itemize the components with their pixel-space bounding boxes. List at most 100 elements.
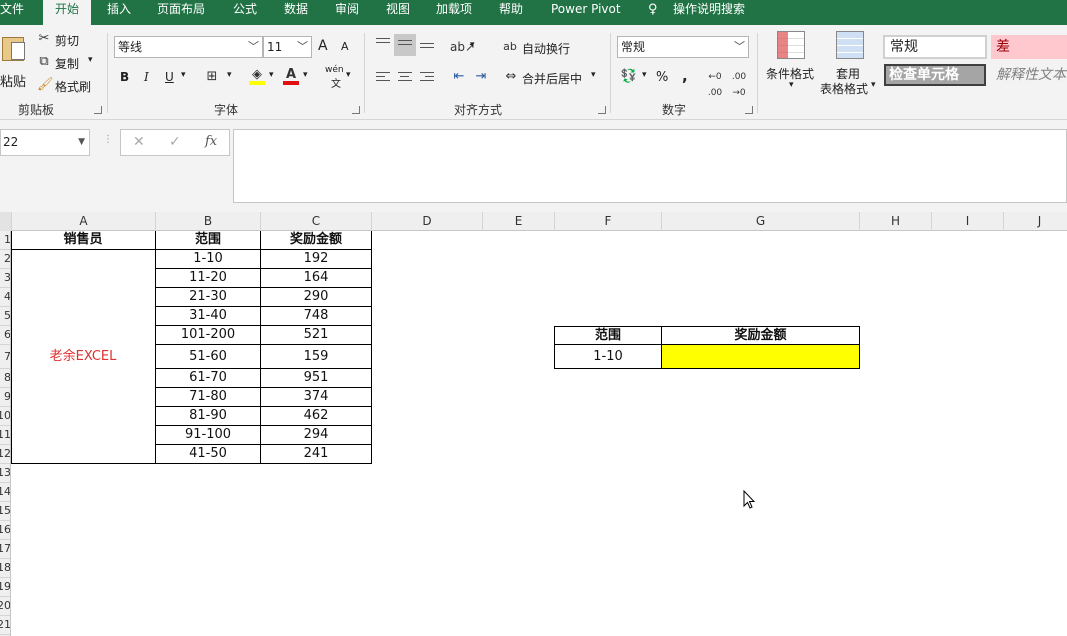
- phonetic-button[interactable]: wén: [325, 65, 344, 75]
- range-cell[interactable]: 1-10: [156, 250, 261, 269]
- name-box[interactable]: 22 ▼: [0, 129, 90, 156]
- range-cell[interactable]: 11-20: [156, 269, 261, 288]
- range-cell[interactable]: 41-50: [156, 445, 261, 464]
- merge-dropdown-icon[interactable]: ▾: [591, 70, 596, 80]
- font-color-dropdown-icon[interactable]: ▾: [303, 70, 308, 80]
- insert-function-icon[interactable]: fx: [205, 134, 217, 149]
- row-header[interactable]: 10: [0, 407, 10, 426]
- row-header[interactable]: 3: [0, 269, 10, 288]
- increase-decimal-icon[interactable]: ←0.00: [705, 69, 725, 101]
- border-dropdown-icon[interactable]: ▾: [227, 70, 232, 80]
- enter-icon[interactable]: ✓: [169, 134, 181, 150]
- comma-button[interactable]: ,: [682, 67, 688, 85]
- style-check-cell[interactable]: 检查单元格: [884, 64, 986, 86]
- fill-dropdown-icon[interactable]: ▾: [269, 70, 274, 80]
- range-cell[interactable]: 21-30: [156, 288, 261, 307]
- row-header[interactable]: 2: [0, 250, 10, 269]
- row-header[interactable]: 6: [0, 326, 10, 345]
- range-cell[interactable]: 91-100: [156, 426, 261, 445]
- phonetic-dropdown-icon[interactable]: ▾: [346, 70, 351, 80]
- amount-cell[interactable]: 521: [261, 326, 372, 345]
- copy-button[interactable]: 复制: [55, 55, 79, 72]
- tab-view[interactable]: 视图: [386, 0, 410, 25]
- row-header[interactable]: 4: [0, 288, 10, 307]
- tab-help[interactable]: 帮助: [499, 0, 523, 25]
- row-header[interactable]: 20: [0, 597, 10, 616]
- amount-cell[interactable]: 241: [261, 445, 372, 464]
- font-size-select[interactable]: 11 ﹀: [263, 36, 312, 58]
- row-header[interactable]: 12: [0, 445, 10, 464]
- column-header[interactable]: G: [662, 212, 860, 231]
- currency-icon[interactable]: 💱: [620, 69, 638, 85]
- bold-button[interactable]: B: [120, 70, 129, 84]
- row-header[interactable]: 7: [0, 345, 10, 369]
- amount-cell[interactable]: 748: [261, 307, 372, 326]
- column-header[interactable]: C: [261, 212, 372, 231]
- tab-insert[interactable]: 插入: [107, 0, 131, 25]
- worksheet-grid[interactable]: 销售员 范围 奖励金额 老余EXCEL 1-10 192 11-20 164 2…: [11, 231, 1067, 636]
- salesperson-merged-cell[interactable]: 老余EXCEL: [11, 250, 156, 464]
- cut-button[interactable]: 剪切: [55, 32, 79, 49]
- table-format-dropdown-icon[interactable]: ▾: [871, 80, 876, 90]
- amount-cell[interactable]: 159: [261, 345, 372, 369]
- row-header[interactable]: 21: [0, 616, 10, 635]
- border-icon[interactable]: ⊞: [205, 69, 219, 85]
- column-header[interactable]: H: [860, 212, 932, 231]
- tab-home[interactable]: 开始: [43, 0, 92, 25]
- column-header[interactable]: D: [372, 212, 483, 231]
- tab-review[interactable]: 审阅: [335, 0, 359, 25]
- format-painter-button[interactable]: 格式刷: [55, 78, 91, 95]
- select-all-corner[interactable]: [0, 212, 12, 231]
- amount-cell[interactable]: 290: [261, 288, 372, 307]
- tell-me-search[interactable]: 操作说明搜索: [673, 0, 745, 25]
- row-header[interactable]: 19: [0, 578, 10, 597]
- style-bad[interactable]: 差: [991, 35, 1067, 59]
- range-cell[interactable]: 101-200: [156, 326, 261, 345]
- table-header-range[interactable]: 范围: [156, 231, 261, 250]
- decrease-indent-icon[interactable]: ⇤: [450, 69, 468, 85]
- paste-button[interactable]: 粘贴: [0, 31, 28, 91]
- number-format-select[interactable]: 常规 ﹀: [617, 36, 749, 58]
- align-right-icon[interactable]: [420, 72, 434, 84]
- range-cell[interactable]: 71-80: [156, 388, 261, 407]
- alignment-launcher-icon[interactable]: [598, 106, 606, 114]
- row-header[interactable]: 9: [0, 388, 10, 407]
- row-header[interactable]: 1: [0, 231, 10, 250]
- tab-file[interactable]: 文件: [0, 0, 24, 25]
- tab-data[interactable]: 数据: [284, 0, 308, 25]
- style-explanatory[interactable]: 解释性文本: [991, 64, 1067, 86]
- orientation-icon[interactable]: ab↗: [450, 39, 475, 55]
- font-color-icon[interactable]: A: [283, 67, 299, 85]
- number-launcher-icon[interactable]: [745, 106, 753, 114]
- tab-power-pivot[interactable]: Power Pivot: [551, 0, 621, 25]
- amount-cell[interactable]: 374: [261, 388, 372, 407]
- amount-cell[interactable]: 951: [261, 369, 372, 388]
- column-header[interactable]: E: [483, 212, 555, 231]
- cancel-icon[interactable]: ✕: [133, 134, 145, 150]
- range-cell[interactable]: 31-40: [156, 307, 261, 326]
- range-cell[interactable]: 81-90: [156, 407, 261, 426]
- table-header-salesperson[interactable]: 销售员: [11, 231, 156, 250]
- font-launcher-icon[interactable]: [352, 106, 360, 114]
- align-left-icon[interactable]: [376, 72, 390, 84]
- formula-input[interactable]: [233, 129, 1067, 203]
- style-normal[interactable]: 常规: [883, 35, 987, 59]
- align-top-icon[interactable]: [376, 38, 390, 50]
- orientation-dropdown-icon[interactable]: ▾: [470, 40, 475, 50]
- lookup-amount-cell[interactable]: [662, 345, 860, 369]
- wrap-text-button[interactable]: 自动换行: [522, 40, 570, 57]
- align-bottom-icon[interactable]: [420, 43, 434, 55]
- italic-button[interactable]: I: [144, 70, 149, 84]
- tab-formulas[interactable]: 公式: [233, 0, 257, 25]
- column-header[interactable]: I: [932, 212, 1004, 231]
- lookup-header-range[interactable]: 范围: [554, 326, 662, 345]
- increase-indent-icon[interactable]: ⇥: [472, 69, 490, 85]
- amount-cell[interactable]: 462: [261, 407, 372, 426]
- align-center-icon[interactable]: [398, 72, 412, 84]
- row-header[interactable]: 17: [0, 540, 10, 559]
- range-cell[interactable]: 61-70: [156, 369, 261, 388]
- percent-button[interactable]: %: [656, 70, 668, 85]
- shrink-font-button[interactable]: A: [341, 40, 349, 53]
- row-header[interactable]: 13: [0, 464, 10, 483]
- clipboard-launcher-icon[interactable]: [94, 106, 102, 114]
